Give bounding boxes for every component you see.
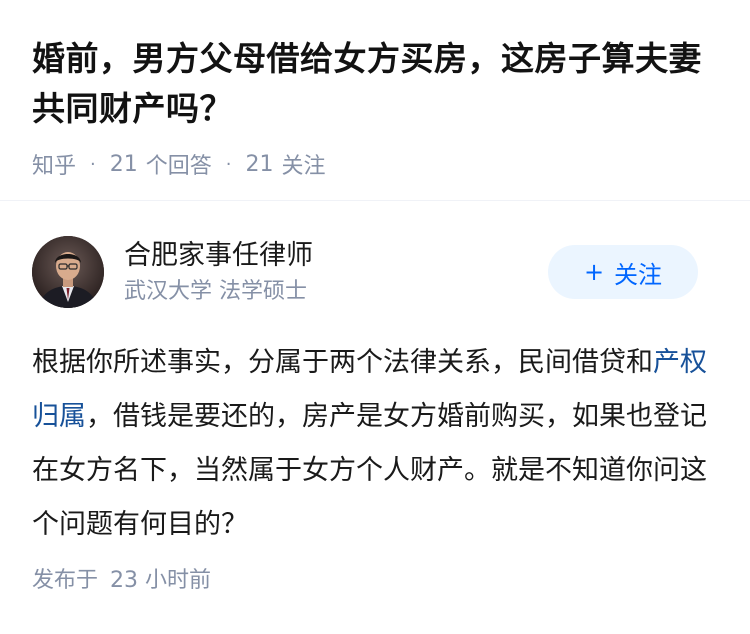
answer-page: 婚前，男方父母借给女方买房，这房子算夫妻共同财产吗？ 知乎 · 21 个回答 ·… bbox=[0, 0, 750, 634]
avatar[interactable] bbox=[32, 236, 104, 308]
author-bio: 武汉大学 法学硕士 bbox=[124, 279, 307, 304]
followers-count: 21 bbox=[245, 151, 274, 177]
source-label: 知乎 bbox=[32, 154, 77, 179]
answer-footer: 发布于 23 小时前 bbox=[32, 565, 211, 597]
answers-label[interactable]: 个回答 bbox=[146, 148, 212, 180]
answers-count: 21 bbox=[109, 151, 138, 177]
published-label: 发布于 bbox=[32, 568, 99, 593]
answer-text-start: 根据你所述事实，分属于两个法律关系，民间借贷和 bbox=[32, 347, 653, 378]
author-card: 合肥家事任律师 武汉大学 法学硕士 + 关注 bbox=[32, 236, 698, 308]
meta-separator: · bbox=[90, 153, 96, 175]
answer-content: 根据你所述事实，分属于两个法律关系，民间借贷和产权归属，借钱是要还的，房产是女方… bbox=[32, 336, 712, 552]
plus-icon: + bbox=[583, 258, 605, 286]
section-divider bbox=[0, 200, 750, 201]
follow-label: 关注 bbox=[614, 260, 663, 289]
question-title[interactable]: 婚前，男方父母借给女方买房，这房子算夫妻共同财产吗？ bbox=[32, 34, 718, 134]
avatar-image bbox=[32, 236, 104, 308]
published-time: 23 小时前 bbox=[110, 568, 212, 593]
follow-button[interactable]: + 关注 bbox=[548, 245, 698, 299]
author-name[interactable]: 合肥家事任律师 bbox=[124, 237, 548, 275]
meta-separator: · bbox=[225, 153, 232, 175]
answer-text-end: ，借钱是要还的，房产是女方婚前购买，如果也登记在女方名下，当然属于女方个人财产。… bbox=[32, 401, 707, 540]
question-meta: 知乎 · 21 个回答 · 21 关注 bbox=[32, 148, 718, 180]
question-header: 婚前，男方父母借给女方买房，这房子算夫妻共同财产吗？ 知乎 · 21 个回答 ·… bbox=[0, 0, 750, 180]
followers-label: 关注 bbox=[281, 154, 326, 179]
author-info: 合肥家事任律师 武汉大学 法学硕士 bbox=[124, 237, 548, 307]
